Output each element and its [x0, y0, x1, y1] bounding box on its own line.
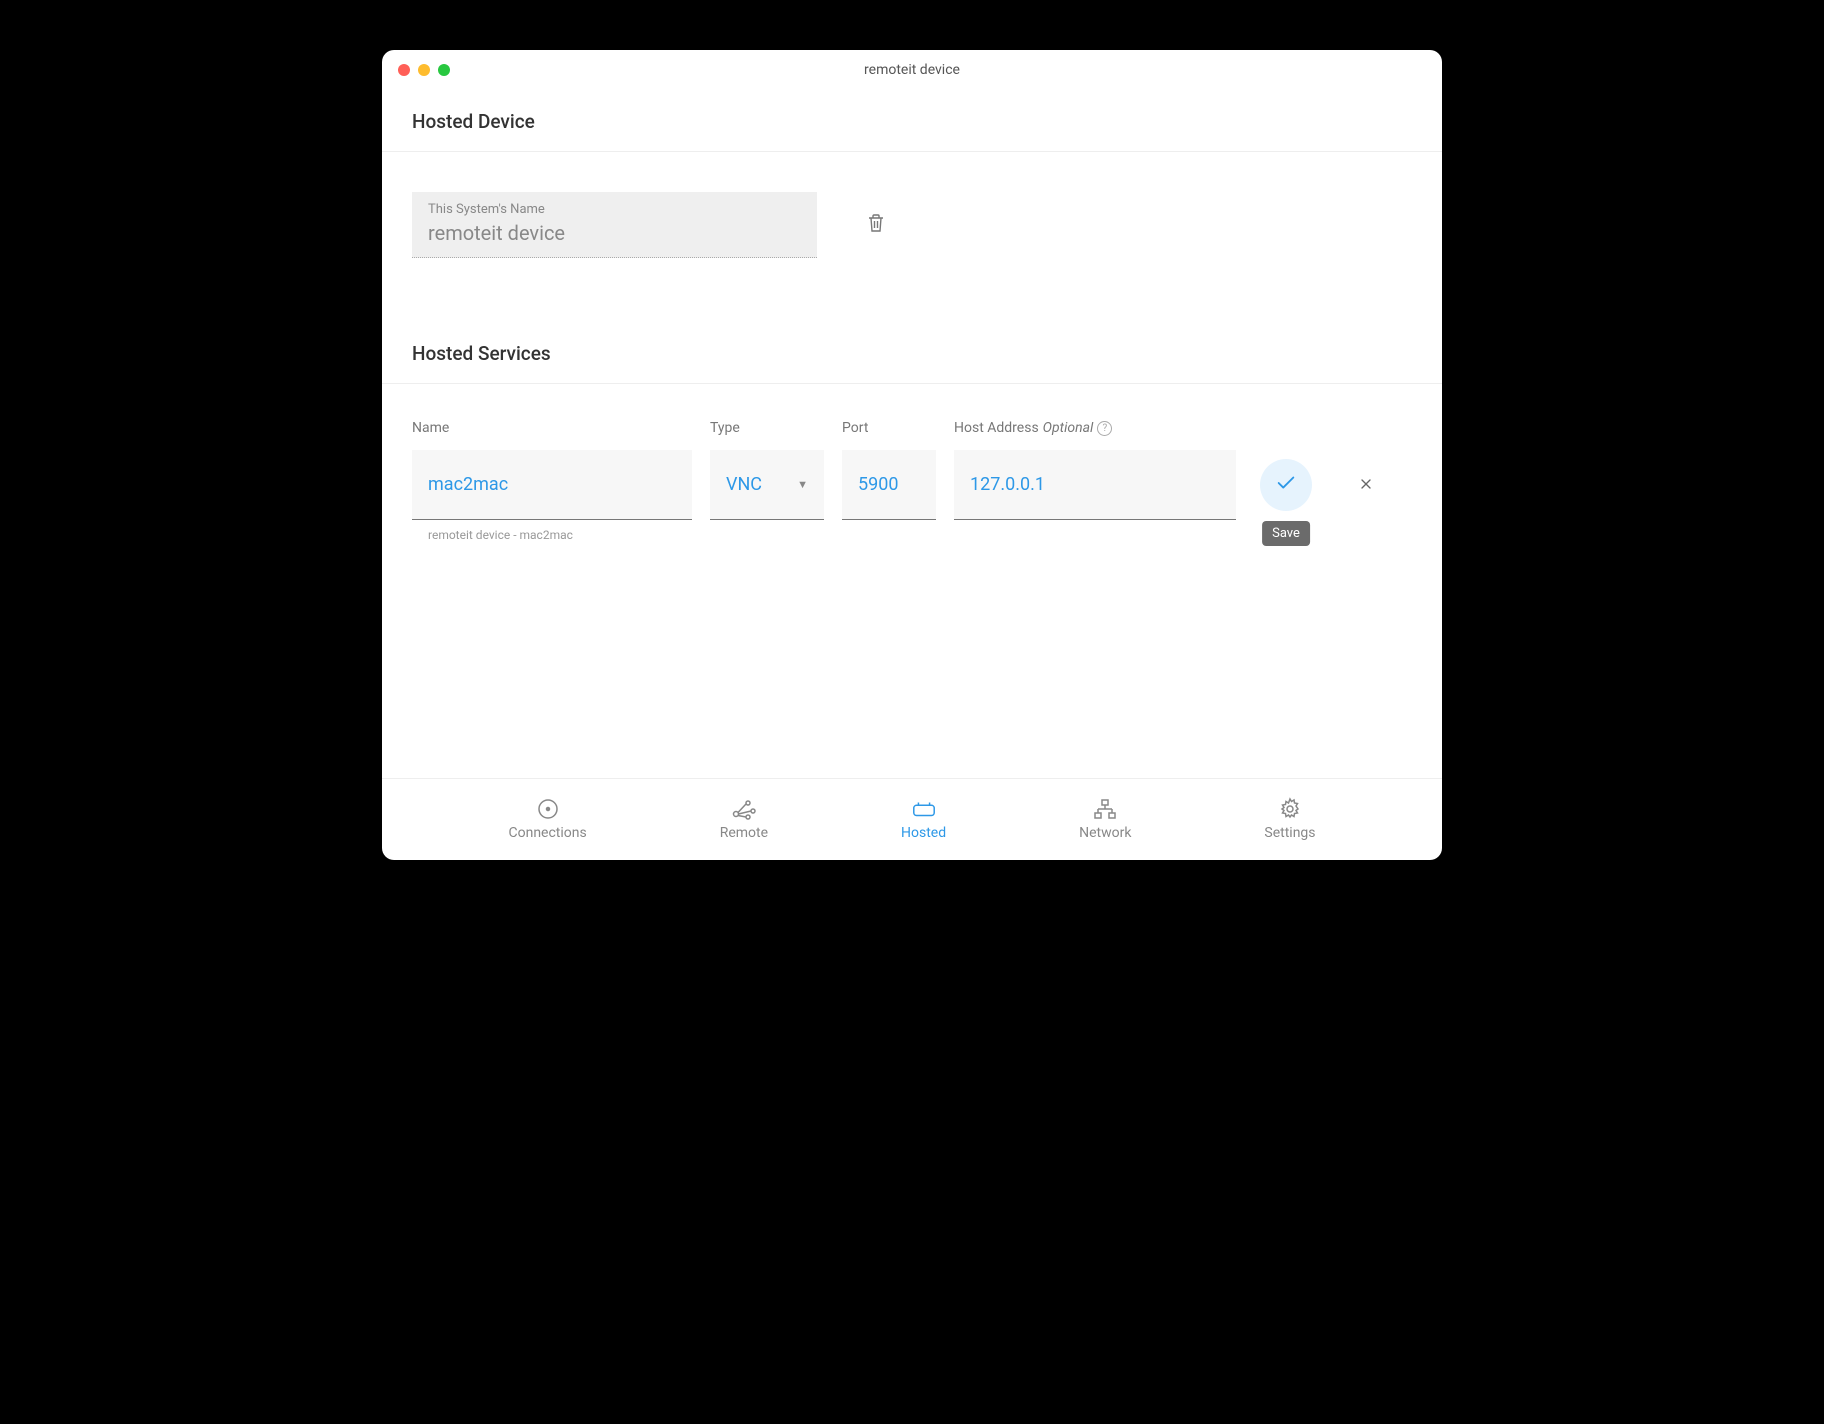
bottom-nav: Connections Remote — [382, 778, 1442, 860]
nav-connections[interactable]: Connections — [508, 798, 586, 841]
nav-network[interactable]: Network — [1079, 798, 1131, 841]
delete-device-button[interactable] — [861, 207, 891, 243]
service-name-input[interactable] — [428, 474, 676, 495]
help-icon[interactable]: ? — [1097, 421, 1112, 436]
traffic-lights — [398, 64, 450, 76]
connections-icon — [535, 798, 561, 820]
close-icon — [1358, 473, 1374, 497]
hosted-device-header: Hosted Device — [382, 90, 1442, 152]
service-host-field[interactable] — [954, 450, 1236, 520]
nav-settings[interactable]: Settings — [1264, 798, 1315, 841]
system-name-label: This System's Name — [428, 202, 801, 217]
host-optional: Optional — [1043, 420, 1094, 436]
service-name-field[interactable] — [412, 450, 692, 520]
nav-remote[interactable]: Remote — [720, 798, 768, 841]
settings-icon — [1277, 798, 1303, 820]
nav-connections-label: Connections — [508, 825, 586, 841]
col-header-host: Host Address Optional ? — [954, 420, 1236, 436]
chevron-down-icon: ▼ — [797, 478, 808, 491]
nav-hosted-label: Hosted — [901, 825, 946, 841]
col-header-port: Port — [842, 420, 936, 436]
nav-network-label: Network — [1079, 825, 1131, 841]
titlebar: remoteit device — [382, 50, 1442, 90]
nav-settings-label: Settings — [1264, 825, 1315, 841]
service-type-value: VNC — [726, 474, 762, 495]
hosted-icon — [911, 798, 937, 820]
nav-remote-label: Remote — [720, 825, 768, 841]
remote-icon — [731, 798, 757, 820]
hosted-services-header: Hosted Services — [382, 318, 1442, 384]
system-name-value: remoteit device — [428, 221, 801, 245]
host-label: Host Address — [954, 420, 1039, 436]
save-tooltip: Save — [1262, 521, 1310, 546]
window-close-button[interactable] — [398, 64, 410, 76]
service-host-input[interactable] — [970, 474, 1220, 495]
trash-icon — [867, 222, 885, 237]
service-type-select[interactable]: VNC ▼ — [710, 450, 824, 520]
save-button[interactable]: Save — [1260, 459, 1312, 511]
window-title: remoteit device — [398, 62, 1426, 78]
content-area: Hosted Device This System's Name remotei… — [382, 90, 1442, 778]
device-row: This System's Name remoteit device — [382, 152, 1442, 318]
network-icon — [1092, 798, 1118, 820]
app-window: remoteit device Hosted Device This Syste… — [382, 50, 1442, 860]
col-header-name: Name — [412, 420, 692, 436]
service-port-input[interactable] — [858, 474, 920, 495]
column-headers: Name Type Port Host Address Optional ? — [412, 420, 1412, 436]
col-header-type: Type — [710, 420, 824, 436]
service-port-field[interactable] — [842, 450, 936, 520]
nav-hosted[interactable]: Hosted — [901, 798, 946, 841]
window-minimize-button[interactable] — [418, 64, 430, 76]
cancel-button[interactable] — [1354, 469, 1378, 501]
system-name-field[interactable]: This System's Name remoteit device — [412, 192, 817, 258]
window-maximize-button[interactable] — [438, 64, 450, 76]
check-icon — [1275, 472, 1297, 498]
service-row: VNC ▼ Save — [412, 450, 1412, 520]
services-body: Name Type Port Host Address Optional ? V… — [382, 384, 1442, 572]
